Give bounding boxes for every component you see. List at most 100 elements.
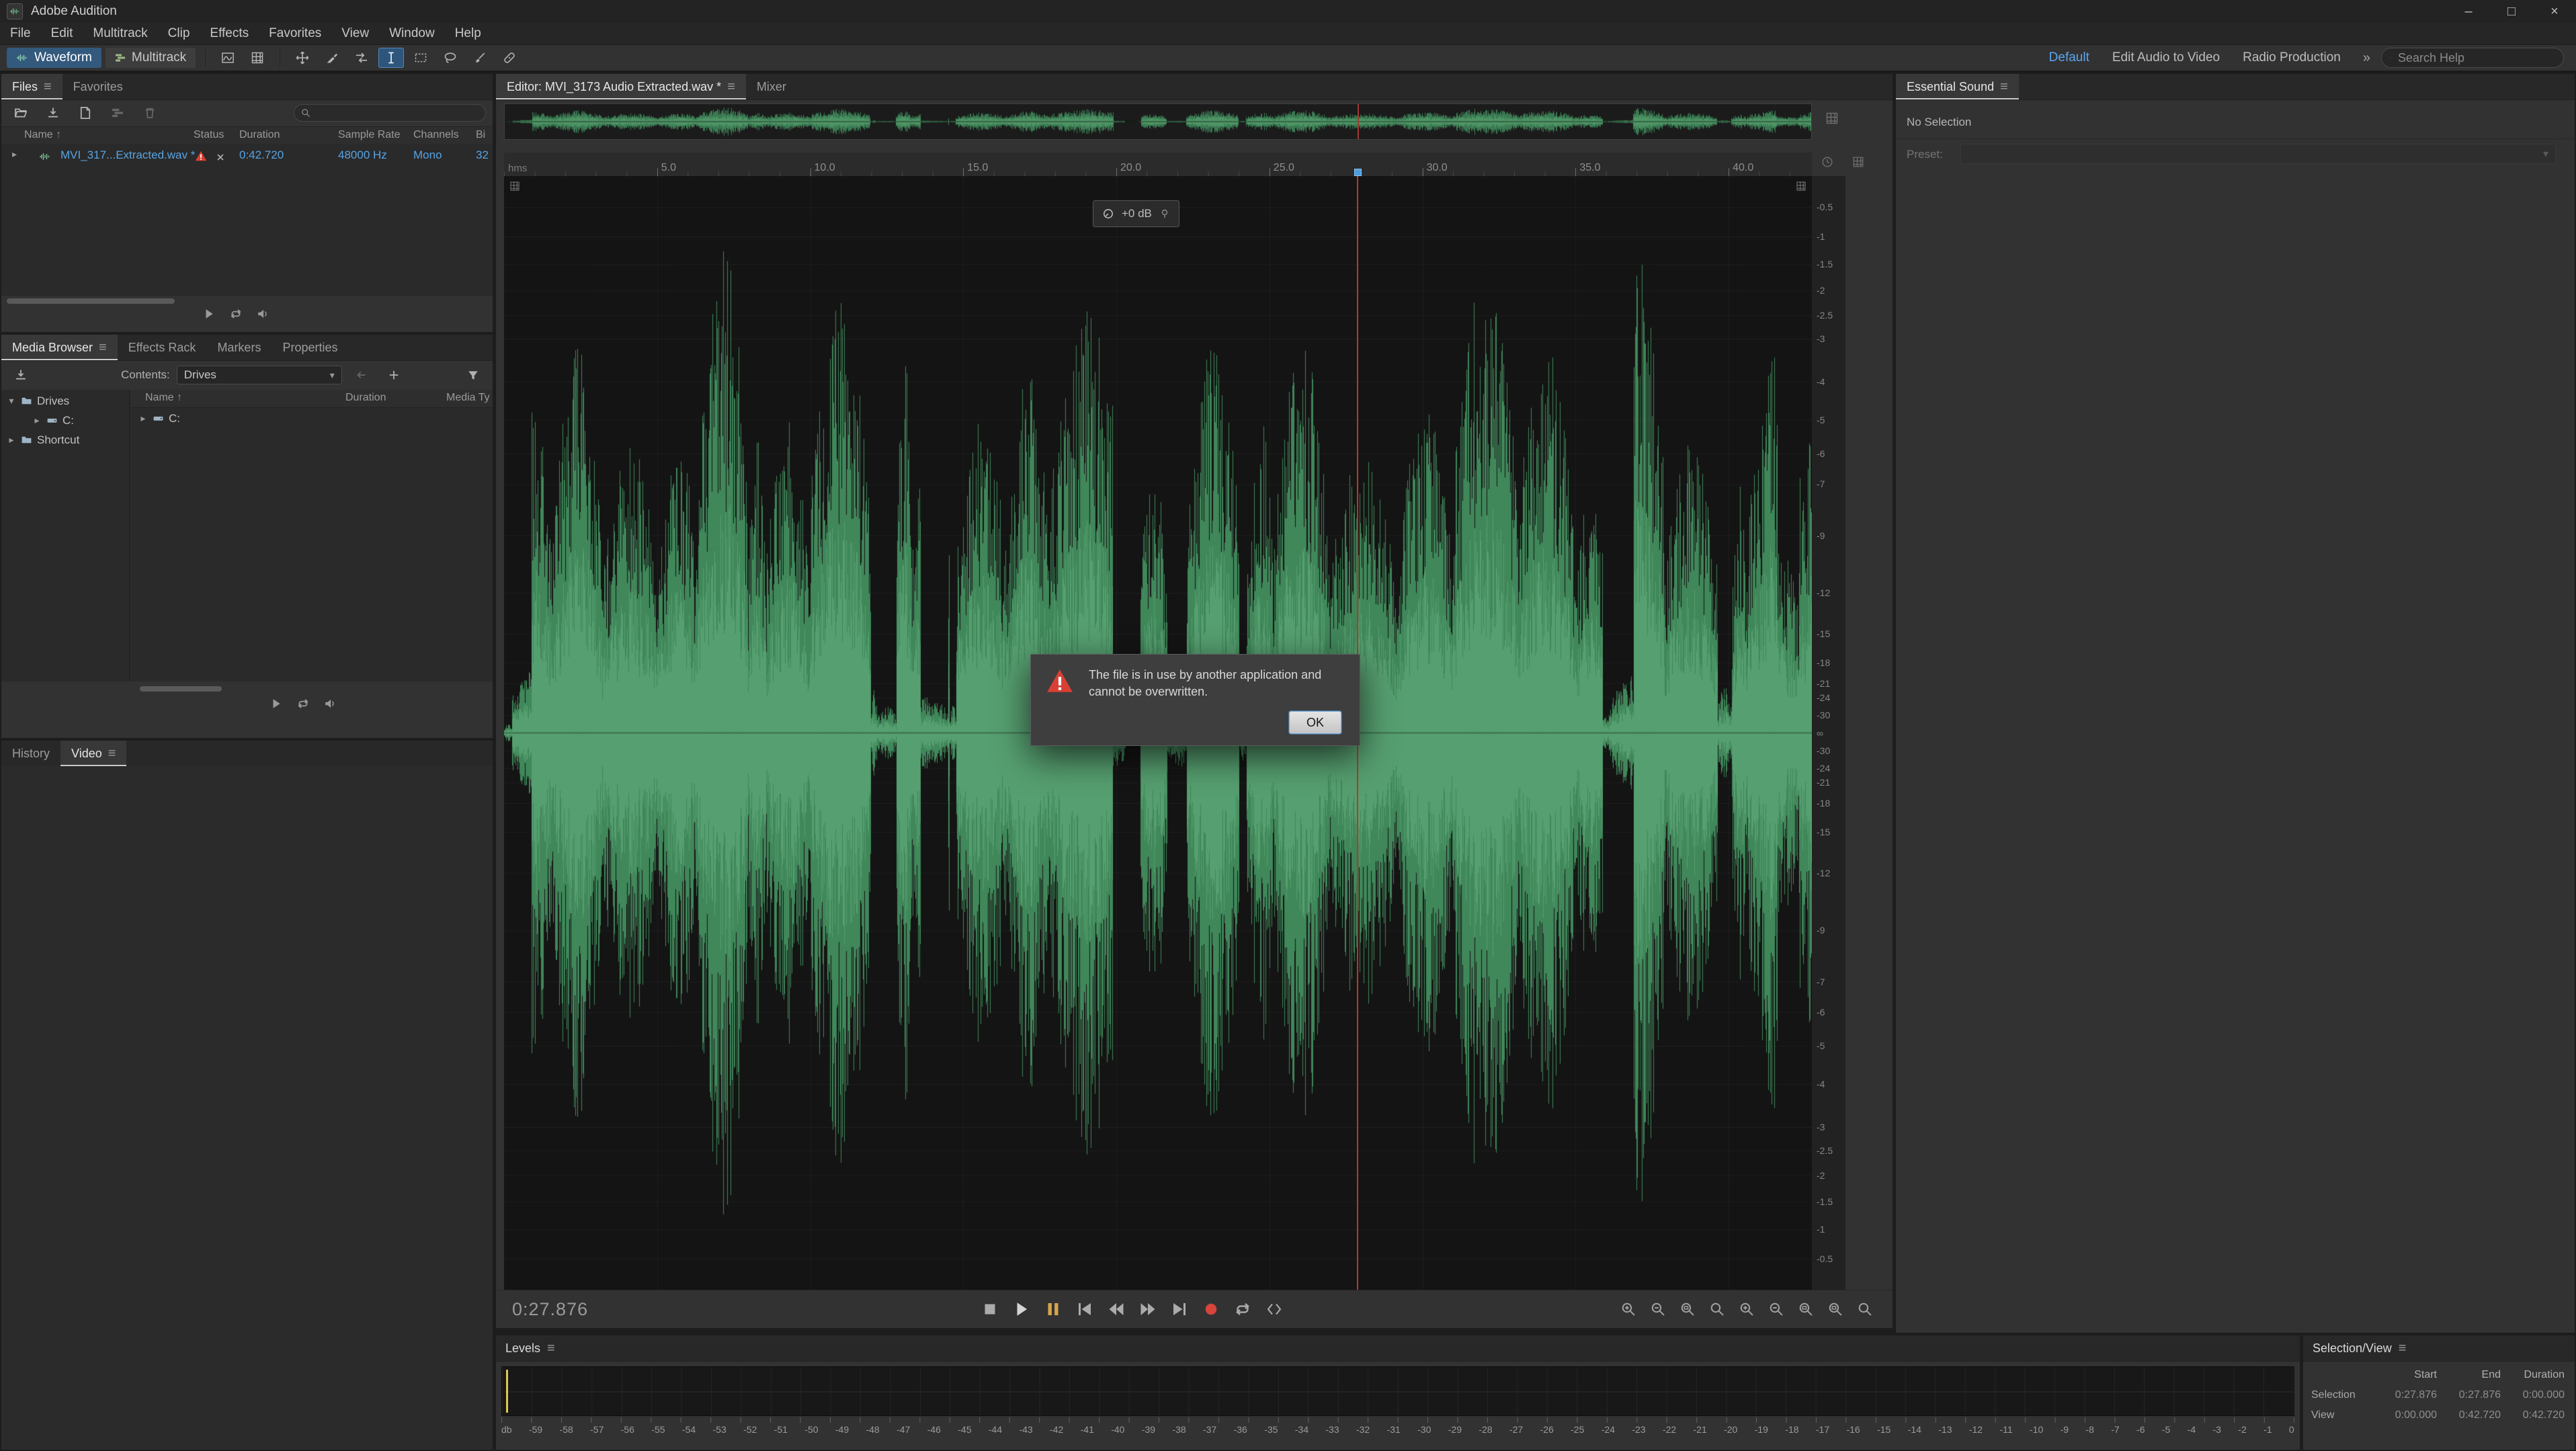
stop-button[interactable] xyxy=(977,1296,1003,1322)
row-expand-chevron-icon[interactable]: ▸ xyxy=(12,149,17,160)
minimize-button[interactable]: – xyxy=(2447,0,2490,23)
waveform-overview[interactable] xyxy=(504,103,1812,140)
help-search-input[interactable] xyxy=(2397,50,2555,66)
essential-sound-menu-icon[interactable]: ≡ xyxy=(2000,79,2008,95)
skip-to-start-button[interactable] xyxy=(1071,1296,1098,1322)
workspace-default[interactable]: Default xyxy=(2038,48,2101,68)
preview-play-button[interactable] xyxy=(270,698,282,710)
tab-essential-sound[interactable]: Essential Sound ≡ xyxy=(1896,74,2019,99)
selection-start[interactable]: 0:27.876 xyxy=(2377,1389,2441,1401)
media-back-button[interactable] xyxy=(349,365,374,385)
slip-tool[interactable] xyxy=(349,48,374,68)
editor-display-options-icon[interactable] xyxy=(1825,112,1839,125)
tree-item-shortcut[interactable]: ▸Shortcut xyxy=(1,430,128,450)
preview-loop-button[interactable] xyxy=(297,698,309,710)
workspace-radio-production[interactable]: Radio Production xyxy=(2231,48,2352,68)
skip-to-end-button[interactable] xyxy=(1166,1296,1193,1322)
menu-clip[interactable]: Clip xyxy=(158,23,200,44)
ruler-options-icon[interactable] xyxy=(1852,156,1864,168)
files-column-sample-rate[interactable]: Sample Rate xyxy=(338,129,401,141)
help-search-box[interactable] xyxy=(2381,48,2564,68)
zoom-selection-out-point-button[interactable] xyxy=(1823,1298,1848,1321)
tab-mixer[interactable]: Mixer xyxy=(746,74,797,99)
multitrack-view-button[interactable]: Multitrack xyxy=(106,48,196,68)
add-shortcut-button[interactable] xyxy=(381,365,407,385)
chevron-down-icon[interactable]: ▾ xyxy=(7,395,16,407)
current-time-display[interactable]: 0:27.876 xyxy=(512,1299,588,1320)
play-button[interactable] xyxy=(1008,1296,1035,1322)
chevron-right-icon[interactable]: ▸ xyxy=(138,413,148,424)
contents-dropdown[interactable]: Drives ▾ xyxy=(177,366,342,384)
paintbrush-tool[interactable] xyxy=(467,48,493,68)
clock-icon[interactable] xyxy=(1821,156,1833,168)
overview-playhead[interactable] xyxy=(1358,104,1359,139)
media-column-name[interactable]: Name ↑ xyxy=(145,392,182,404)
open-file-button[interactable] xyxy=(8,103,34,123)
pin-icon[interactable] xyxy=(1159,208,1170,219)
ruler-playhead-handle[interactable] xyxy=(1354,169,1362,176)
marquee-selection-tool[interactable] xyxy=(408,48,433,68)
tab-markers[interactable]: Markers xyxy=(206,335,272,360)
delete-file-button[interactable] xyxy=(137,103,163,123)
files-column-duration[interactable]: Duration xyxy=(239,129,280,141)
lasso-selection-tool[interactable] xyxy=(438,48,463,68)
preview-play-button[interactable] xyxy=(203,308,215,320)
zoom-in-amplitude-button[interactable] xyxy=(1734,1298,1759,1321)
view-end[interactable]: 0:42.720 xyxy=(2441,1409,2505,1421)
files-horizontal-scrollbar[interactable] xyxy=(1,296,493,306)
rewind-button[interactable] xyxy=(1103,1296,1130,1322)
maximize-button[interactable]: □ xyxy=(2490,0,2533,23)
move-tool[interactable] xyxy=(290,48,315,68)
menu-help[interactable]: Help xyxy=(445,23,491,44)
selection-view-menu-icon[interactable]: ≡ xyxy=(2399,1341,2407,1356)
gain-knob-icon[interactable] xyxy=(1102,208,1114,220)
preview-autoplay-button[interactable] xyxy=(257,308,269,320)
files-column-channels[interactable]: Channels xyxy=(413,129,459,141)
files-column-bi[interactable]: Bi xyxy=(476,129,485,141)
tab-properties[interactable]: Properties xyxy=(272,335,348,360)
tab-effects-rack[interactable]: Effects Rack xyxy=(118,335,207,360)
time-selection-tool[interactable] xyxy=(378,48,404,68)
zoom-full-button[interactable] xyxy=(1852,1298,1878,1321)
tree-item-c[interactable]: ▸C: xyxy=(1,411,128,430)
media-import-button[interactable] xyxy=(8,365,34,385)
tab-video-menu-icon[interactable]: ≡ xyxy=(108,746,116,761)
loop-playback-button[interactable] xyxy=(1229,1296,1256,1322)
menu-view[interactable]: View xyxy=(331,23,379,44)
overview-canvas[interactable] xyxy=(505,104,1811,139)
menu-multitrack[interactable]: Multitrack xyxy=(83,23,157,44)
tab-media-browser-menu-icon[interactable]: ≡ xyxy=(99,340,107,356)
menu-window[interactable]: Window xyxy=(379,23,445,44)
spectral-pitch-toggle[interactable] xyxy=(245,48,270,68)
channel-selector-right-icon[interactable] xyxy=(1796,180,1806,192)
media-list-row[interactable]: ▸ C: xyxy=(130,409,493,428)
razor-tool[interactable] xyxy=(319,48,345,68)
menu-effects[interactable]: Effects xyxy=(200,23,259,44)
tab-files-menu-icon[interactable]: ≡ xyxy=(44,79,52,95)
chevron-right-icon[interactable]: ▸ xyxy=(7,434,16,446)
timeline-ruler[interactable]: hms 5.010.015.020.025.030.035.040.0 xyxy=(504,153,1812,177)
zoom-out-time-button[interactable] xyxy=(1645,1298,1671,1321)
workspace-edit-audio-to-video[interactable]: Edit Audio to Video xyxy=(2101,48,2231,68)
selection-duration[interactable]: 0:00.000 xyxy=(2505,1389,2569,1401)
tab-history[interactable]: History xyxy=(1,741,60,766)
view-start[interactable]: 0:00.000 xyxy=(2377,1409,2441,1421)
amplitude-db-ruler[interactable]: -0.5-0.5-1-1-1.5-1.5-2-2-2.5-2.5-3-3-4-4… xyxy=(1812,176,1845,1290)
files-column-name[interactable]: Name ↑ xyxy=(24,129,61,141)
new-file-button[interactable] xyxy=(73,103,98,123)
heads-up-display[interactable]: +0 dB xyxy=(1093,200,1179,227)
zoom-to-selection-button[interactable] xyxy=(1675,1298,1700,1321)
files-column-status[interactable]: Status xyxy=(194,129,224,141)
preview-autoplay-button[interactable] xyxy=(324,698,336,710)
menu-edit[interactable]: Edit xyxy=(41,23,83,44)
tab-files[interactable]: Files≡ xyxy=(1,74,63,99)
zoom-reset-button[interactable] xyxy=(1704,1298,1730,1321)
ok-button[interactable]: OK xyxy=(1289,711,1341,734)
chevron-right-icon[interactable]: ▸ xyxy=(32,415,42,426)
zoom-in-time-button[interactable] xyxy=(1616,1298,1641,1321)
files-search-input[interactable] xyxy=(316,106,479,120)
menu-file[interactable]: File xyxy=(0,23,41,44)
zoom-out-amplitude-button[interactable] xyxy=(1763,1298,1789,1321)
import-file-button[interactable] xyxy=(40,103,66,123)
close-button[interactable]: × xyxy=(2533,0,2576,23)
